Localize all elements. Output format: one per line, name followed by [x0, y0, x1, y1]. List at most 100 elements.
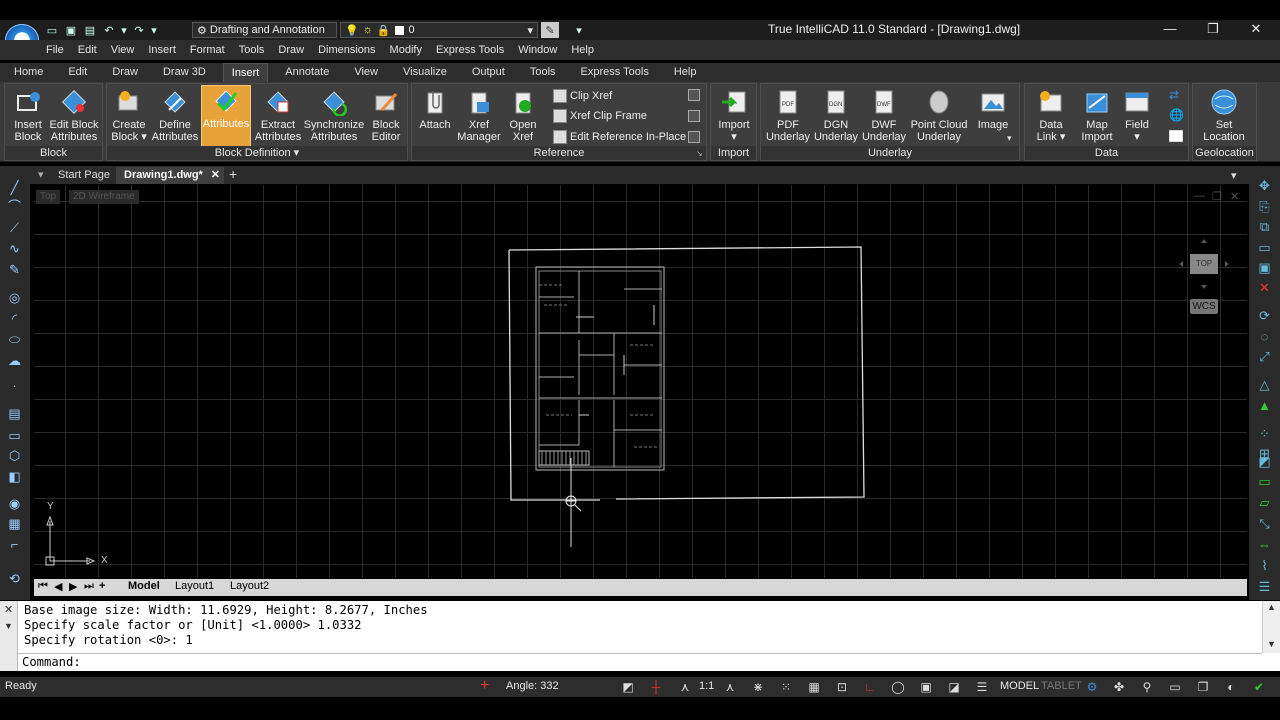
reference-side-icon-3[interactable] [688, 131, 700, 143]
first-layout-icon[interactable]: ⏮ [38, 580, 48, 593]
polyline-icon[interactable]: ⌒ [7, 199, 22, 214]
wcs-button[interactable]: WCS [1190, 299, 1218, 314]
settings-gear-icon[interactable]: ⚙ [1083, 679, 1101, 695]
delete-icon[interactable]: ✕ [1257, 280, 1272, 295]
layer-combo[interactable]: 💡 ☼ 🔒 0 ▾ [340, 22, 538, 38]
break-icon[interactable]: ⁘ [1257, 426, 1272, 441]
synchronize-attributes-button[interactable]: Synchronize Attributes [303, 87, 365, 143]
field-button[interactable]: Field ▾ [1121, 87, 1153, 143]
data-link-button[interactable]: Data Link ▾ [1031, 87, 1071, 143]
mirror-icon[interactable]: ⧉ [1257, 219, 1272, 234]
grid-icon[interactable]: ▦ [805, 679, 823, 695]
viewports-icon[interactable]: ❐ [1194, 679, 1212, 695]
properties-icon[interactable]: ☰ [1257, 579, 1272, 594]
model-toggle[interactable]: MODEL [1000, 680, 1039, 692]
menu-express-tools[interactable]: Express Tools [436, 44, 504, 56]
undo-dropdown-icon[interactable]: ▾ [120, 22, 128, 38]
refresh-icon[interactable]: ⟲ [7, 571, 22, 586]
lock-ui-icon[interactable]: ⚲ [1138, 679, 1156, 695]
reference-side-icon-2[interactable] [688, 110, 700, 122]
new-tab-icon[interactable]: + [229, 166, 237, 182]
copy-icon[interactable]: ⎘ [1257, 199, 1272, 214]
tab-start-page[interactable]: Start Page [50, 167, 118, 184]
attach-button[interactable]: Attach [416, 87, 454, 131]
fillet-icon[interactable]: ▭ [1257, 474, 1272, 489]
last-layout-icon[interactable]: ⏭ [84, 580, 94, 593]
spline-icon[interactable]: ∿ [7, 241, 22, 256]
set-location-button[interactable]: Set Location [1201, 87, 1247, 143]
rectangle-icon[interactable]: ▭ [7, 428, 22, 443]
workspace-combo[interactable]: ⚙ Drafting and Annotation [192, 22, 337, 38]
map-import-button[interactable]: Map Import [1075, 87, 1119, 143]
isolate-icon[interactable]: ◐ [1222, 679, 1240, 695]
restore-icon[interactable]: ❐ [1203, 21, 1223, 37]
lweight-icon[interactable]: ◪ [945, 679, 963, 695]
ellipse-icon[interactable]: ⬭ [7, 332, 22, 347]
edit-polyline-icon[interactable]: ⌇ [1257, 558, 1272, 573]
tab-model[interactable]: Model [128, 580, 160, 592]
clean-screen-icon[interactable]: ▭ [1166, 679, 1184, 695]
data-side-icon-3[interactable] [1169, 130, 1183, 142]
array-icon[interactable]: ▣ [1257, 260, 1272, 275]
tab-layout2[interactable]: Layout2 [230, 580, 269, 592]
menu-view[interactable]: View [111, 44, 135, 56]
menu-dimensions[interactable]: Dimensions [318, 44, 375, 56]
revision-cloud-icon[interactable]: ☁ [7, 353, 22, 368]
menu-window[interactable]: Window [518, 44, 557, 56]
offset-icon[interactable]: ▭ [1257, 240, 1272, 255]
command-input[interactable]: Command: [18, 653, 1262, 670]
insert-block-button[interactable]: Insert Block [9, 87, 47, 143]
workspace-switch-icon[interactable]: ✤ [1110, 679, 1128, 695]
prev-layout-icon[interactable]: ◀ [54, 580, 62, 593]
table-icon[interactable]: ▦ [7, 516, 22, 531]
point-cloud-underlay-button[interactable]: Point Cloud Underlay [909, 87, 969, 143]
annotation-scale-icon[interactable]: ⋏ [676, 679, 694, 695]
status-menu-icon[interactable]: ☰ [973, 679, 991, 695]
tab-express-tools[interactable]: Express Tools [573, 63, 657, 82]
open-xref-button[interactable]: Open Xref [506, 87, 540, 143]
close-icon[interactable]: ✕ [4, 603, 13, 616]
tab-tools[interactable]: Tools [522, 63, 564, 82]
scroll-up-icon[interactable]: ▲ [1267, 602, 1276, 612]
command-scrollbar[interactable]: ▲ ▼ [1262, 601, 1280, 653]
edit-block-attributes-button[interactable]: Edit Block Attributes [49, 87, 99, 143]
menu-file[interactable]: File [46, 44, 64, 56]
rotate-icon[interactable]: ⟳ [1257, 308, 1272, 323]
snap-icon[interactable]: ⊡ [833, 679, 851, 695]
edit-reference-button[interactable]: Edit Reference In-Place [553, 128, 686, 146]
next-layout-icon[interactable]: ▶ [69, 580, 77, 593]
tab-visualize[interactable]: Visualize [395, 63, 455, 82]
reference-panel-expander-icon[interactable]: ↘ [696, 149, 703, 158]
stretch-icon[interactable]: ⤡ [1257, 516, 1272, 531]
attributes-button[interactable]: Attributes [201, 85, 251, 147]
tab-layout1[interactable]: Layout1 [175, 580, 214, 592]
donut-icon[interactable]: ◉ [7, 496, 22, 511]
hatch-icon[interactable]: ▤ [7, 406, 22, 421]
tab-view[interactable]: View [346, 63, 386, 82]
lengthen-icon[interactable]: ⇔ [1257, 537, 1272, 552]
xref-clip-frame-button[interactable]: Xref Clip Frame [553, 107, 647, 125]
tab-draw-3d[interactable]: Draw 3D [155, 63, 214, 82]
block-editor-button[interactable]: Block Editor [367, 87, 405, 143]
trim-icon[interactable]: △ [1257, 377, 1272, 392]
polar-icon[interactable]: ∟ [861, 679, 879, 695]
dgn-underlay-button[interactable]: DGN DGN Underlay [813, 87, 859, 143]
tabs-overflow-icon[interactable]: ▾ [1231, 169, 1237, 182]
save-as-icon[interactable]: ▤ [82, 22, 98, 38]
drawing-canvas[interactable]: Top 2D Wireframe — ❐ ✕ TOP WCS Y X [34, 185, 1247, 578]
freehand-icon[interactable]: ✎ [7, 262, 22, 277]
tab-drawing1[interactable]: Drawing1.dwg* ✕ [116, 167, 224, 184]
extract-attributes-button[interactable]: Extract Attributes [255, 87, 301, 143]
chevron-down-icon[interactable]: ▼ [4, 621, 13, 631]
menu-help[interactable]: Help [571, 44, 594, 56]
arc-icon[interactable]: ◜ [7, 311, 22, 326]
add-layout-icon[interactable]: + [99, 580, 105, 592]
extend-icon[interactable]: ▲ [1257, 398, 1272, 413]
new-icon[interactable]: ▭ [44, 22, 60, 38]
layer-properties-icon[interactable]: ✎ [541, 22, 559, 38]
circle-icon[interactable]: ◎ [7, 290, 22, 305]
xref-manager-button[interactable]: Xref Manager [456, 87, 502, 143]
create-block-button[interactable]: Create Block ▾ [109, 87, 149, 143]
snap-grid-icon[interactable]: ◩ [619, 679, 637, 695]
image-button[interactable]: Image [973, 87, 1013, 131]
